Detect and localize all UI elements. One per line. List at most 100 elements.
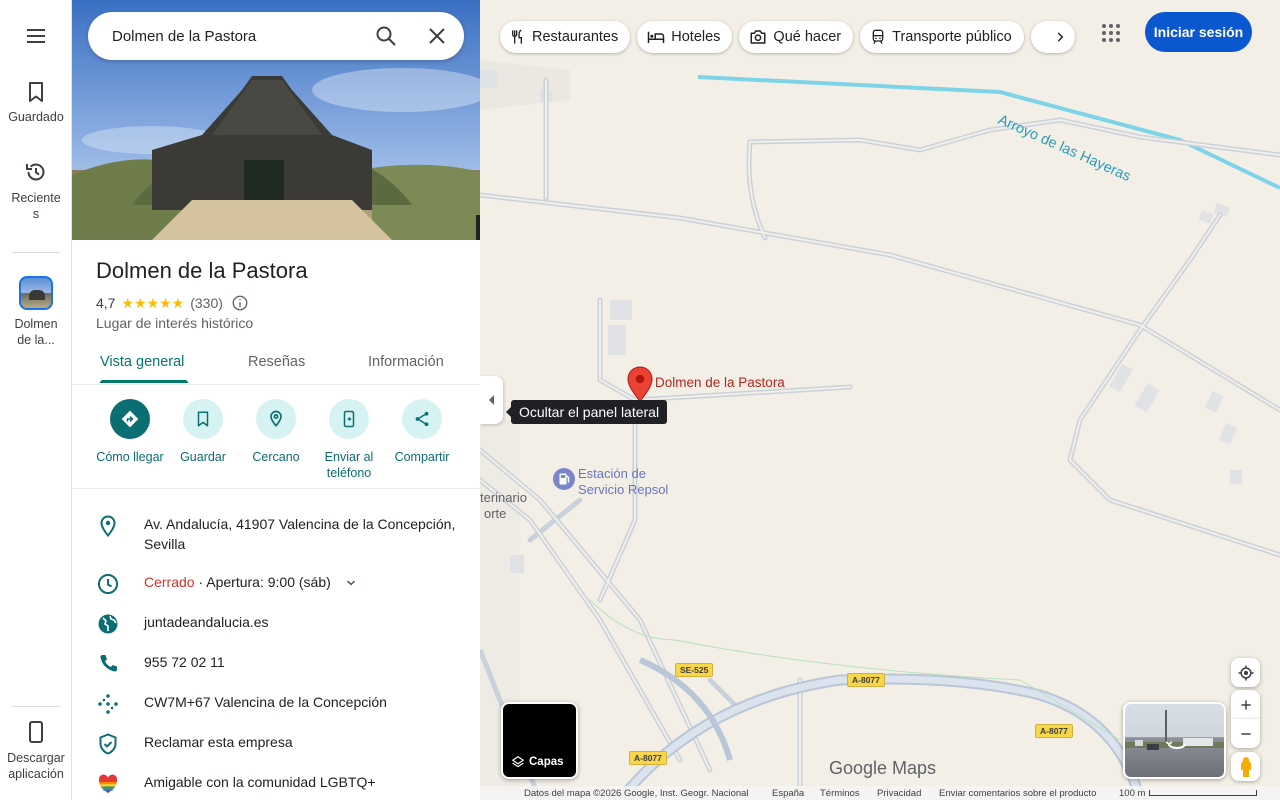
directions-button[interactable]: Cómo llegar [90,397,170,465]
share-label: Compartir [394,450,450,464]
nearby-label: Cercano [252,450,300,464]
star-rating: ★★★★★ [121,294,185,311]
zoom-in-button[interactable] [1231,690,1260,719]
share-icon [415,411,429,427]
search-input[interactable] [112,12,362,60]
camera-icon [750,30,766,44]
claim-business-text: Reclamar esta empresa [144,734,293,750]
chip-transit[interactable]: Transporte público [860,21,1024,53]
chip-things-to-do-label: Qué hacer [773,29,842,45]
bookmark-icon [197,411,209,427]
recent-place-item[interactable]: Dolmen de la... [0,276,72,348]
cut-off-poi-line1: terinario [480,490,527,505]
terms-link[interactable]: Términos [820,788,860,799]
left-rail: Guardado Reciente s Dolmen de la... Desc… [0,0,72,800]
street-view-thumbnail [1125,710,1224,750]
chip-hotels-label: Hoteles [671,29,721,45]
minus-icon [1240,732,1251,735]
download-app-button[interactable]: Descargar aplicación [0,720,72,782]
tab-about[interactable]: Información [368,354,444,370]
rating-value: 4,7 [96,295,116,311]
chip-restaurants[interactable]: Restaurantes [500,21,631,53]
place-tabs: Vista general Reseñas Información [72,340,480,385]
hours-text: Cerrado · Apertura: 9:00 (sáb) [144,572,460,592]
review-count[interactable]: (330) [190,295,223,311]
tab-reviews[interactable]: Reseñas [248,354,305,370]
pegman-icon [1240,756,1251,777]
layers-icon [512,756,524,768]
map-data-attribution[interactable]: Datos del mapa ©2026 Google, Inst. Geogr… [524,788,749,799]
download-label: Descargar [7,751,65,765]
place-title: Dolmen de la Pastora [96,258,308,283]
plus-code-icon [98,694,118,714]
directions-icon [121,410,139,428]
close-icon [429,28,445,44]
rail-divider-bottom [12,706,60,707]
nearby-button[interactable]: Cercano [236,397,316,465]
road-shield: A-8077 [629,751,667,765]
place-panel: Dolmen de la Pastora 4,7 ★★★★★ (330) Lug… [72,0,480,800]
phone-call-icon [100,655,117,672]
chevron-down-icon[interactable] [345,577,357,589]
fork-knife-icon [512,29,522,44]
poi-label[interactable]: Estación de Servicio Repsol [578,466,668,498]
scale-bar [1149,790,1257,796]
shield-check-icon [99,733,117,755]
sign-in-button[interactable]: Iniciar sesión [1145,12,1252,52]
road-shield: SE-525 [675,663,714,677]
scale-label[interactable]: 100 m [1119,788,1145,799]
save-label: Guardar [180,450,226,464]
feedback-link[interactable]: Enviar comentarios sobre el producto [939,788,1096,799]
my-location-button[interactable] [1231,658,1260,687]
chip-hotels[interactable]: Hoteles [637,21,733,53]
road-shield: A-8077 [1035,724,1073,738]
hamburger-menu-icon [27,29,45,43]
country-link[interactable]: España [772,788,804,799]
globe-icon [98,614,118,634]
rail-divider [12,252,60,253]
bookmark-icon [29,82,43,102]
action-buttons: Cómo llegar Guardar Cercano Enviar al te… [72,397,480,489]
layers-button[interactable]: Capas [501,702,578,779]
search-icon [376,26,396,46]
tab-overview[interactable]: Vista general [100,354,184,370]
map-footer: Datos del mapa ©2026 Google, Inst. Geogr… [480,786,1280,800]
cut-off-poi-label[interactable]: terinario orte [480,490,527,522]
apps-grid-icon[interactable] [1100,22,1122,44]
poi-label-line2: Servicio Repsol [578,482,669,497]
clock-icon [98,574,118,594]
privacy-link[interactable]: Privacidad [877,788,921,799]
send-to-phone-button[interactable]: Enviar al teléfono [309,397,389,481]
chips-next-button[interactable] [1030,21,1075,53]
saved-button[interactable]: Guardado [0,80,72,124]
location-marker-icon[interactable] [626,366,654,402]
road-shield: A-8077 [847,673,885,687]
chevron-right-icon [1057,32,1064,42]
pin-label[interactable]: Dolmen de la Pastora [655,375,785,390]
collapse-tooltip: Ocultar el panel lateral [505,400,668,424]
street-view-preview[interactable] [1123,702,1226,779]
plus-icon [1240,699,1251,710]
share-button[interactable]: Compartir [382,397,462,465]
clear-search-button[interactable] [425,24,449,48]
collapse-panel-button[interactable] [480,376,503,424]
recents-button[interactable]: Reciente s [0,160,72,222]
chip-restaurants-label: Restaurantes [532,29,619,45]
location-pin-icon [100,515,116,538]
gas-station-icon[interactable] [552,467,576,491]
place-category[interactable]: Lugar de interés histórico [96,315,253,331]
save-button[interactable]: Guardar [163,397,243,465]
pegman-button[interactable] [1231,752,1260,781]
send-to-phone-label: Enviar al teléfono [324,450,374,480]
menu-button[interactable] [0,24,72,54]
zoom-out-button[interactable] [1231,719,1260,748]
search-button[interactable] [374,24,398,48]
chip-things-to-do[interactable]: Qué hacer [739,21,854,53]
rating-row: 4,7 ★★★★★ (330) [96,294,249,312]
info-icon[interactable] [231,294,249,312]
recent-place-thumbnail [19,276,53,310]
opening-time: · Apertura: 9:00 (sáb) [194,574,331,590]
google-maps-logo: Google Maps [829,758,937,778]
recent-place-label: Dolmen [14,317,58,331]
recents-label: Reciente [11,191,61,205]
